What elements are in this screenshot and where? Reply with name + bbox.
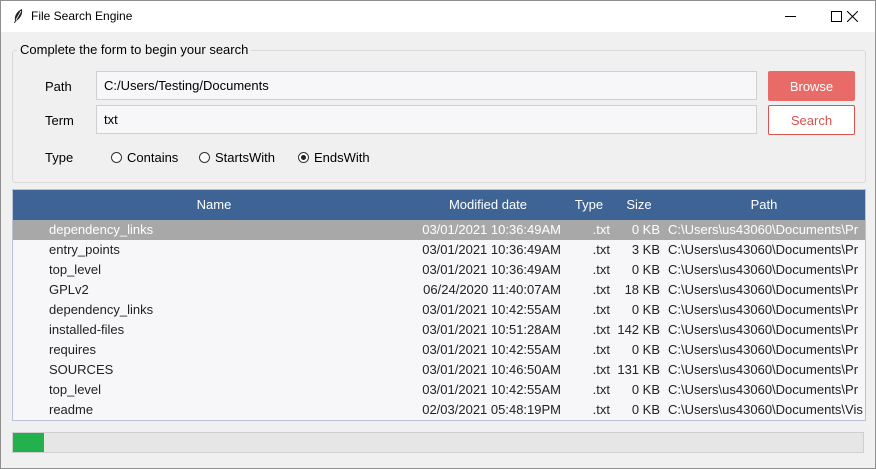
cell-name: readme xyxy=(49,402,94,417)
search-form-label: Complete the form to begin your search xyxy=(17,42,252,57)
cell-path: C:\Users\us43060\Documents\Pr xyxy=(668,262,859,277)
cell-size: 0 KB xyxy=(631,302,660,317)
cell-path: C:\Users\us43060\Documents\Vis xyxy=(668,402,863,417)
minimize-icon xyxy=(784,16,796,17)
cell-path: C:\Users\us43060\Documents\Pr xyxy=(668,342,859,357)
cell-name: dependency_links xyxy=(49,222,154,237)
results-table[interactable]: Name Modified date Type Size Path depend… xyxy=(12,189,866,421)
table-row[interactable]: SOURCES 03/01/2021 10:46:50AM .txt 131 KB C:… xyxy=(13,360,865,380)
cell-name: requires xyxy=(49,342,96,357)
cell-size: 0 KB xyxy=(631,402,660,417)
cell-type: .txt xyxy=(592,322,610,337)
cell-modified-date: 02/03/2021 05:48:19PM xyxy=(422,402,561,417)
cell-size: 3 KB xyxy=(631,242,660,257)
minimize-button[interactable] xyxy=(767,1,813,32)
cell-modified-date: 03/01/2021 10:42:55AM xyxy=(422,342,561,357)
radio-contains-indicator[interactable] xyxy=(111,152,122,163)
browse-button[interactable]: Browse xyxy=(768,71,855,101)
column-header-modified-date[interactable]: Modified date xyxy=(415,190,561,220)
cell-type: .txt xyxy=(592,282,610,297)
close-icon xyxy=(846,11,858,22)
window-title: File Search Engine xyxy=(31,9,133,23)
table-row[interactable]: installed-files 03/01/2021 10:51:28AM .txt… xyxy=(13,320,865,340)
column-header-path[interactable]: Path xyxy=(663,190,865,220)
close-button[interactable] xyxy=(829,1,875,32)
radio-endswith[interactable]: EndsWith xyxy=(298,150,370,165)
progress-fill xyxy=(13,433,45,452)
cell-path: C:\Users\us43060\Documents\Pr xyxy=(668,222,859,237)
cell-size: 0 KB xyxy=(631,342,660,357)
radio-endswith-indicator[interactable] xyxy=(298,152,309,163)
cell-size: 142 KB xyxy=(617,322,660,337)
term-input[interactable]: txt xyxy=(96,105,757,134)
cell-modified-date: 03/01/2021 10:51:28AM xyxy=(422,322,561,337)
radio-contains-label: Contains xyxy=(127,150,179,165)
cell-name: GPLv2 xyxy=(49,282,89,297)
cell-type: .txt xyxy=(592,222,610,237)
cell-path: C:\Users\us43060\Documents\Pr xyxy=(668,282,859,297)
cell-modified-date: 03/01/2021 10:36:49AM xyxy=(422,222,561,237)
cell-type: .txt xyxy=(592,242,610,257)
cell-path: C:\Users\us43060\Documents\Pr xyxy=(668,302,859,317)
cell-type: .txt xyxy=(592,262,610,277)
cell-size: 18 KB xyxy=(624,282,660,297)
cell-modified-date: 03/01/2021 10:42:55AM xyxy=(422,382,561,397)
title-bar[interactable]: File Search Engine xyxy=(1,1,875,32)
cell-modified-date: 03/01/2021 10:36:49AM xyxy=(422,262,561,277)
column-header-size[interactable]: Size xyxy=(615,190,663,220)
cell-name: SOURCES xyxy=(49,362,114,377)
cell-modified-date: 03/01/2021 10:46:50AM xyxy=(422,362,561,377)
table-header: Name Modified date Type Size Path xyxy=(13,190,865,220)
radio-contains[interactable]: Contains xyxy=(111,150,178,165)
cell-type: .txt xyxy=(592,402,610,417)
radio-startswith[interactable]: StartsWith xyxy=(199,150,275,165)
app-window: File Search Engine Complete the form to … xyxy=(0,0,876,469)
progress-bar xyxy=(12,432,864,453)
cell-type: .txt xyxy=(592,302,610,317)
radio-startswith-label: StartsWith xyxy=(215,150,275,165)
cell-type: .txt xyxy=(592,382,610,397)
cell-modified-date: 03/01/2021 10:42:55AM xyxy=(422,302,561,317)
cell-name: installed-files xyxy=(49,322,125,337)
cell-path: C:\Users\us43060\Documents\Pr xyxy=(668,362,859,377)
cell-modified-date: 03/01/2021 10:36:49AM xyxy=(422,242,561,257)
feather-icon xyxy=(14,9,23,23)
table-row[interactable]: top_level 03/01/2021 10:42:55AM .txt 0 KB C:… xyxy=(13,380,865,400)
table-row[interactable]: dependency_links 03/01/2021 10:36:49AM .tx… xyxy=(13,220,865,240)
radio-startswith-indicator[interactable] xyxy=(199,152,210,163)
cell-path: C:\Users\us43060\Documents\Pr xyxy=(668,322,859,337)
path-input[interactable]: C:/Users/Testing/Documents xyxy=(96,71,757,100)
cell-modified-date: 06/24/2020 11:40:07AM xyxy=(423,282,561,297)
cell-size: 0 KB xyxy=(631,222,660,237)
cell-name: top_level xyxy=(49,382,102,397)
cell-name: dependency_links xyxy=(49,302,154,317)
table-row[interactable]: readme 02/03/2021 05:48:19PM .txt 0 KB C:\Us… xyxy=(13,400,865,420)
table-row[interactable]: requires 03/01/2021 10:42:55AM .txt 0 KB C:\… xyxy=(13,340,865,360)
cell-type: .txt xyxy=(592,362,610,377)
path-label: Path xyxy=(45,79,72,94)
table-row[interactable]: GPLv2 06/24/2020 11:40:07AM .txt 18 KB C:\Us… xyxy=(13,280,865,300)
column-header-name[interactable]: Name xyxy=(13,190,415,220)
cell-path: C:\Users\us43060\Documents\Pr xyxy=(668,382,859,397)
cell-name: top_level xyxy=(49,262,102,277)
table-body: dependency_links 03/01/2021 10:36:49AM .tx… xyxy=(13,220,865,420)
table-row[interactable]: top_level 03/01/2021 10:36:49AM .txt 0 KB C:… xyxy=(13,260,865,280)
term-label: Term xyxy=(45,113,74,128)
radio-endswith-label: EndsWith xyxy=(314,150,370,165)
column-header-type[interactable]: Type xyxy=(563,190,615,220)
type-label: Type xyxy=(45,150,74,165)
cell-name: entry_points xyxy=(49,242,120,257)
cell-size: 0 KB xyxy=(631,382,660,397)
table-row[interactable]: dependency_links 03/01/2021 10:42:55AM .tx… xyxy=(13,300,865,320)
table-row[interactable]: entry_points 03/01/2021 10:36:49AM .txt 3 K… xyxy=(13,240,865,260)
cell-size: 0 KB xyxy=(631,262,660,277)
search-button[interactable]: Search xyxy=(768,105,855,135)
cell-type: .txt xyxy=(592,342,610,357)
cell-path: C:\Users\us43060\Documents\Pr xyxy=(668,242,859,257)
cell-size: 131 KB xyxy=(617,362,660,377)
